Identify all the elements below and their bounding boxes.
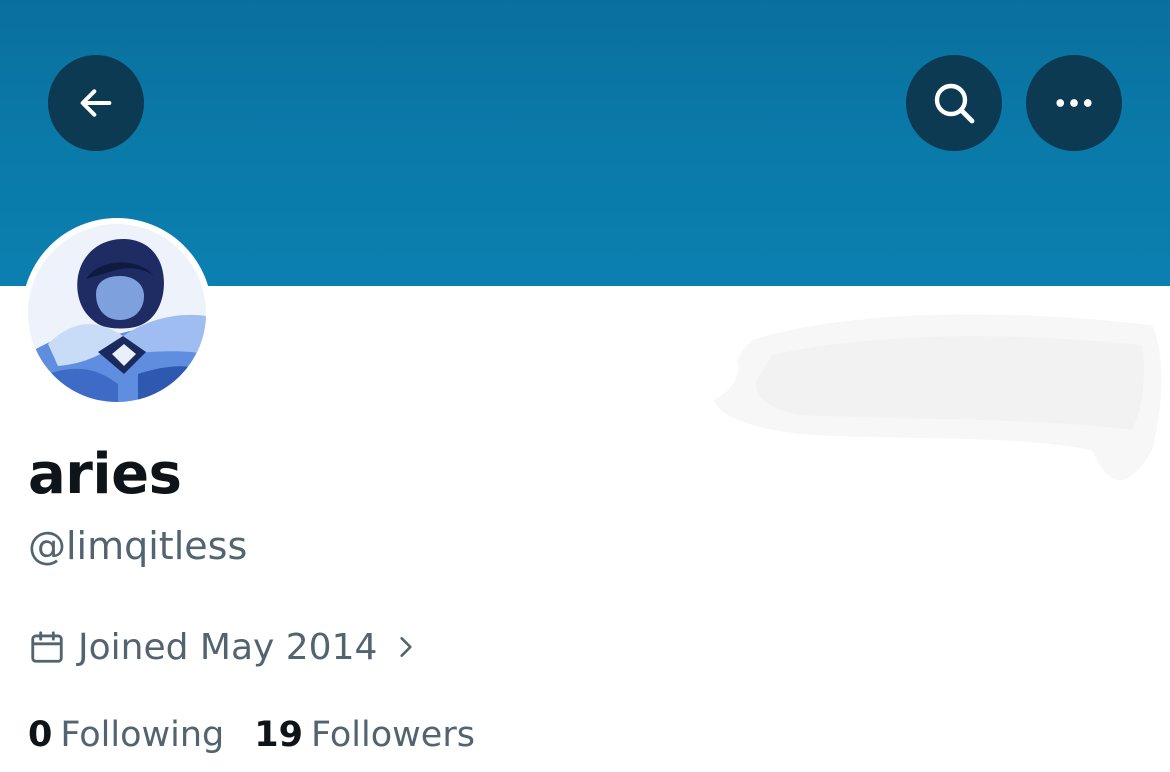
redaction-smudge [714,314,1162,481]
arrow-left-icon [80,89,112,117]
following-count: 0 [28,715,53,755]
profile-page: aries @limqitless Joined May 2014 0 Foll… [0,0,1170,772]
profile-display-name: aries [28,442,182,507]
follow-stats: 0 Following 19 Followers [28,710,475,760]
chevron-right-icon [400,637,413,657]
calendar-icon [31,631,63,663]
followers-count: 19 [254,715,303,755]
avatar-image [28,224,206,402]
profile-handle: @limqitless [28,524,248,568]
more-horizontal-icon [1056,99,1092,107]
joined-date-row[interactable]: Joined May 2014 [28,622,419,672]
joined-date-text: Joined May 2014 [78,626,378,668]
followers-label: Followers [311,715,475,755]
following-label: Following [60,715,225,755]
followers-link[interactable]: 19 Followers [254,715,475,755]
search-button[interactable] [906,55,1002,151]
profile-avatar[interactable] [22,218,212,408]
back-button[interactable] [48,55,144,151]
search-icon [934,83,975,124]
following-link[interactable]: 0 Following [28,715,224,755]
more-options-button[interactable] [1026,55,1122,151]
